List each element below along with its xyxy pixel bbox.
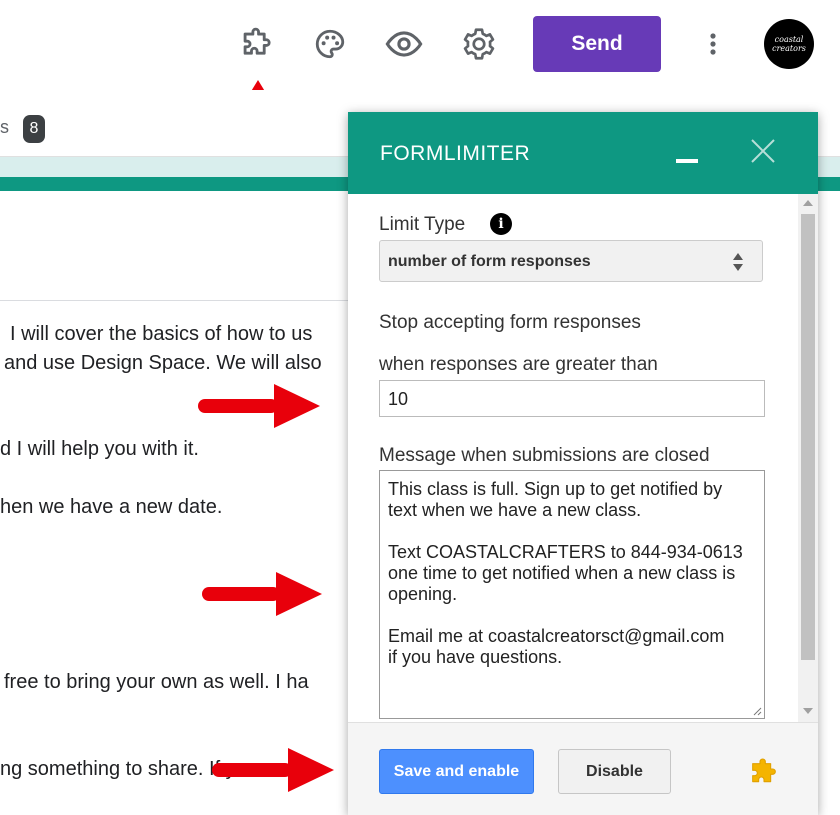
annotation-arrow-right <box>198 384 320 428</box>
message-line: one time to get notified when a new clas… <box>388 563 736 583</box>
form-description-line: d I will help you with it. <box>0 438 199 460</box>
threshold-label: when responses are greater than <box>379 354 658 375</box>
limit-type-label: Limit Type <box>379 214 466 235</box>
select-updown-icon <box>733 253 743 271</box>
info-icon[interactable]: i <box>490 213 512 235</box>
closed-message-textarea[interactable]: This class is full. Sign up to get notif… <box>379 470 765 719</box>
form-description-line: and use Design Space. We will also <box>4 352 322 374</box>
addons-puzzle-button[interactable] <box>233 22 277 66</box>
disable-button[interactable]: Disable <box>558 749 671 794</box>
panel-header: FORMLIMITER <box>348 112 818 194</box>
form-description-line: free to bring your own as well. I ha <box>4 671 309 693</box>
panel-title: FORMLIMITER <box>380 142 531 165</box>
close-icon[interactable] <box>748 136 778 166</box>
message-line: Text COASTALCRAFTERS to 844-934-0613 <box>388 542 743 562</box>
message-line: Email me at coastalcreatorsct@gmail.com <box>388 626 725 646</box>
form-description-line: I will cover the basics of how to us <box>10 323 313 345</box>
scroll-down-arrow[interactable] <box>803 708 813 714</box>
scroll-up-arrow[interactable] <box>803 200 813 206</box>
avatar-text-line2: creators <box>772 44 806 53</box>
more-options-button[interactable] <box>691 22 735 66</box>
form-description-divider <box>0 300 348 301</box>
message-line: opening. <box>388 584 458 604</box>
puzzle-icon <box>243 27 271 55</box>
settings-button[interactable] <box>457 22 501 66</box>
threshold-value: 10 <box>388 389 409 409</box>
stop-accepting-label: Stop accepting form responses <box>379 312 641 333</box>
panel-footer: Save and enable Disable <box>348 722 818 815</box>
annotation-arrow-right <box>212 748 334 792</box>
minimize-icon[interactable] <box>676 159 698 163</box>
limit-type-select[interactable]: number of form responses <box>379 240 763 282</box>
message-label: Message when submissions are closed <box>379 445 710 466</box>
customize-theme-button[interactable] <box>308 22 352 66</box>
avatar-text: coastal creators <box>772 35 806 53</box>
send-button[interactable]: Send <box>533 16 661 72</box>
avatar-text-line1: coastal <box>774 35 804 44</box>
resize-grip-icon[interactable] <box>752 706 762 716</box>
annotation-arrow-right <box>202 572 322 616</box>
message-line: This class is full. Sign up to get notif… <box>388 479 723 499</box>
form-description-line: hen we have a new date. <box>0 496 223 518</box>
puzzle-icon <box>752 758 776 783</box>
preview-button[interactable] <box>382 22 426 66</box>
more-vert-icon <box>710 33 716 55</box>
message-line: text when we have a new class. <box>388 500 642 520</box>
scrollbar-thumb[interactable] <box>801 214 815 660</box>
eye-icon <box>385 31 423 57</box>
tab-responses-label[interactable]: s <box>0 117 9 138</box>
message-line: if you have questions. <box>388 647 563 667</box>
responses-count-badge: 8 <box>23 115 45 143</box>
save-and-enable-button[interactable]: Save and enable <box>379 749 534 794</box>
gear-icon <box>463 28 495 60</box>
palette-icon <box>315 29 345 59</box>
account-avatar[interactable]: coastal creators <box>764 19 814 69</box>
top-toolbar: Send coastal creators <box>0 0 840 90</box>
limit-type-value: number of form responses <box>388 253 591 270</box>
formlimiter-panel: FORMLIMITER Limit Type i number of form … <box>348 112 818 815</box>
threshold-input[interactable]: 10 <box>379 380 765 417</box>
